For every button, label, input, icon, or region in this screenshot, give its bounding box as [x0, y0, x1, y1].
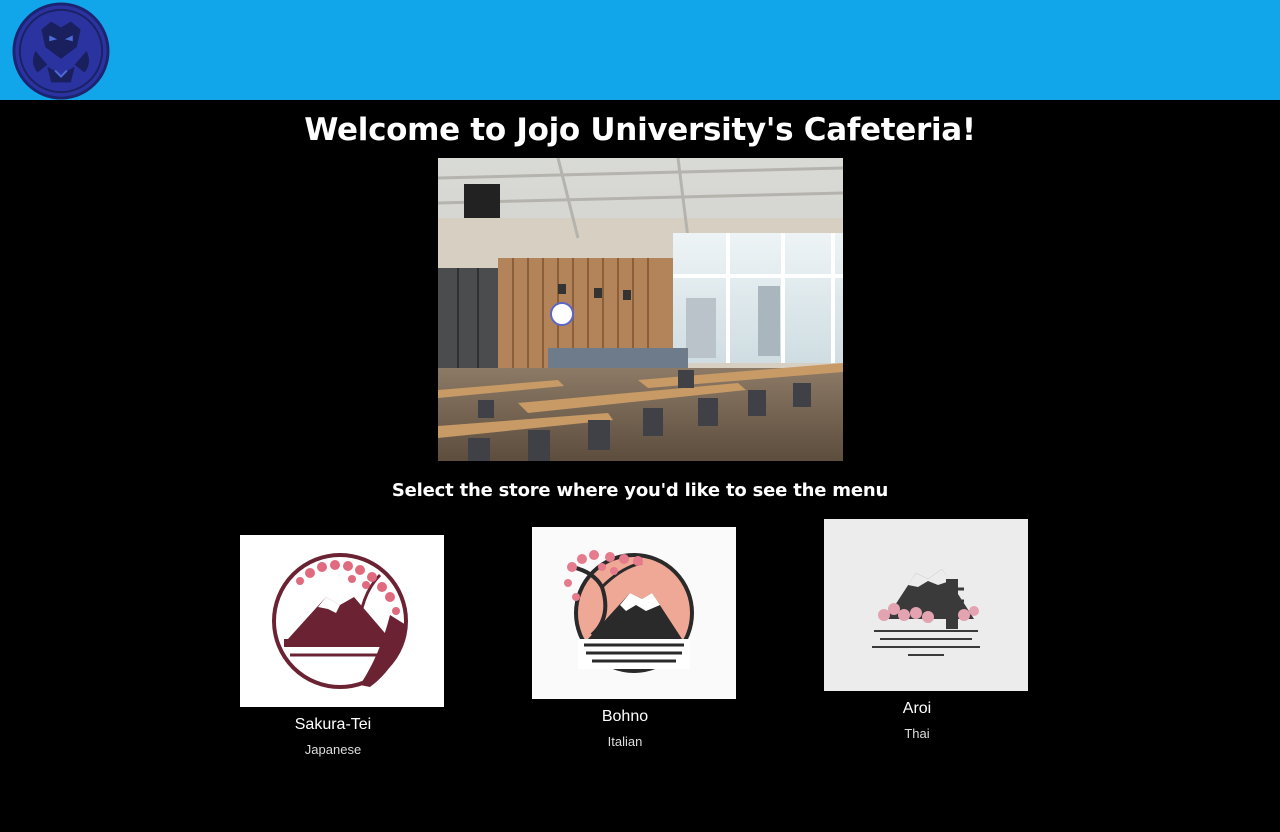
store-card-bohno[interactable]: Bohno Italian	[532, 527, 736, 749]
store-cuisine: Japanese	[304, 742, 362, 757]
top-header-bar	[0, 0, 1280, 100]
sakura-mountain-logo-icon[interactable]	[240, 535, 444, 707]
page-title: Welcome to Jojo University's Cafeteria!	[304, 112, 976, 148]
cafeteria-interior-photo	[438, 158, 843, 461]
store-name[interactable]: Sakura-Tei	[240, 715, 426, 735]
store-card-sakura-tei[interactable]: Sakura-Tei Japanese	[240, 535, 444, 757]
store-name[interactable]: Aroi	[824, 699, 1010, 719]
store-cuisine: Italian	[607, 734, 643, 749]
cherry-blossom-fuji-logo-icon[interactable]	[532, 527, 736, 699]
store-select-prompt: Select the store where you'd like to see…	[391, 480, 889, 501]
store-name[interactable]: Bohno	[532, 707, 718, 727]
store-card-aroi[interactable]: Aroi Thai	[824, 519, 1028, 741]
mountain-pagoda-logo-icon[interactable]	[824, 519, 1028, 691]
store-cuisine: Thai	[904, 726, 930, 741]
jojo-university-emblem-icon[interactable]	[12, 2, 110, 100]
